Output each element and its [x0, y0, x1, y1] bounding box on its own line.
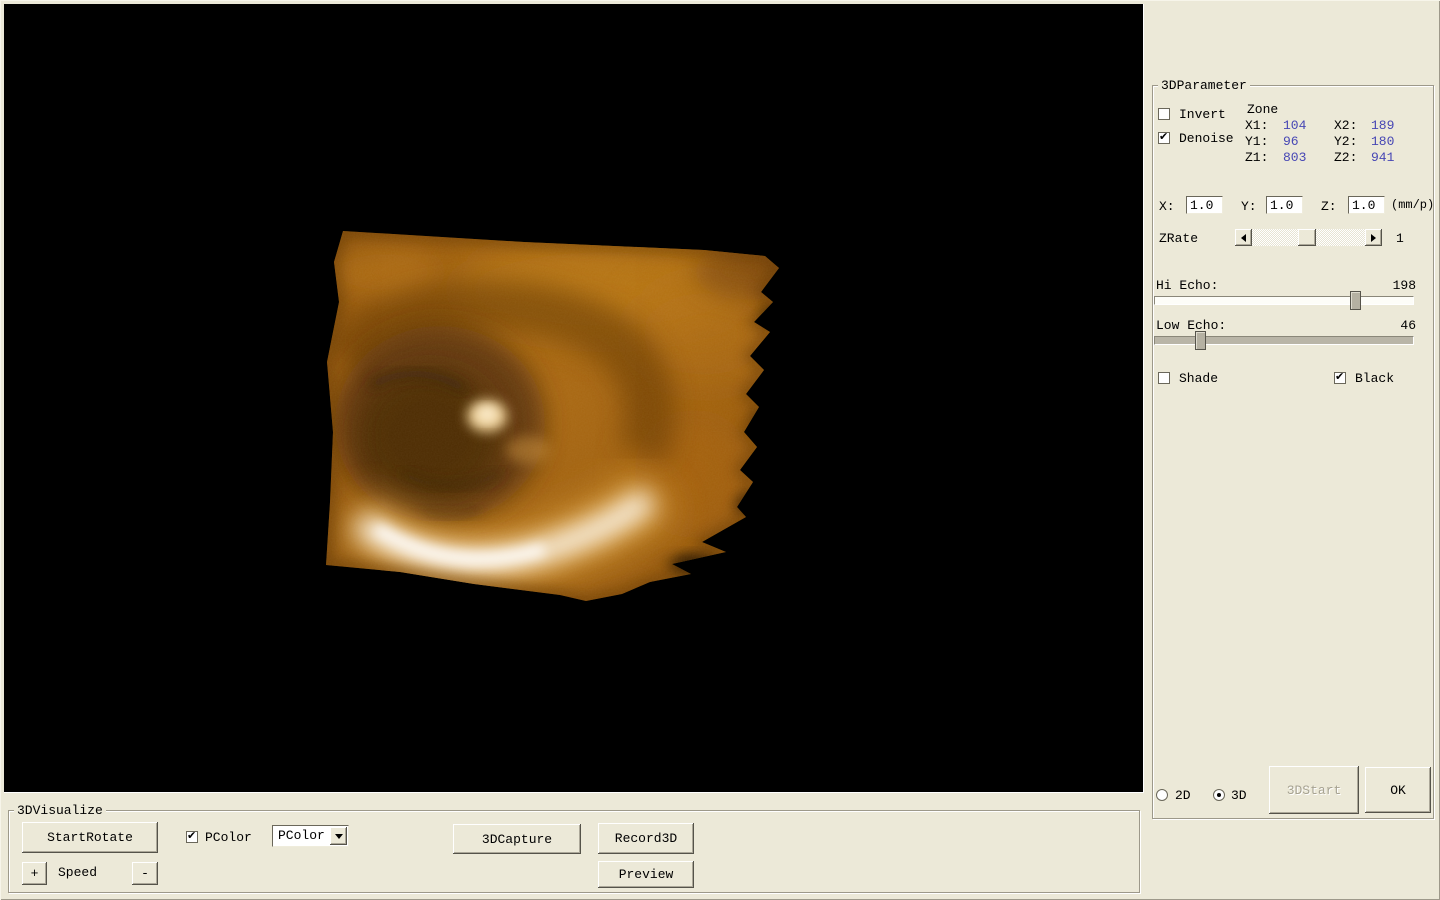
black-label: Black — [1355, 371, 1395, 386]
zone-z2-value: 941 — [1371, 150, 1395, 165]
invert-label: Invert — [1179, 107, 1226, 122]
pcolor-dropdown-arrow-button[interactable] — [330, 827, 347, 845]
speed-minus-button[interactable]: - — [132, 862, 158, 885]
arrow-right-icon — [1371, 233, 1380, 242]
zone-title: Zone — [1247, 102, 1279, 117]
pcolor-label: PColor — [205, 830, 252, 845]
shade-label: Shade — [1179, 371, 1219, 386]
mode-2d-radio[interactable] — [1156, 789, 1168, 801]
y-scale-input[interactable] — [1266, 196, 1303, 214]
z-scale-input[interactable] — [1348, 196, 1385, 214]
x-scale-label: X: — [1159, 199, 1175, 214]
z-scale-label: Z: — [1321, 199, 1337, 214]
zrate-value: 1 — [1396, 231, 1404, 246]
zone-x1-label: X1: — [1245, 118, 1269, 133]
arrow-left-icon — [1237, 233, 1246, 242]
ok-button[interactable]: OK — [1365, 767, 1431, 813]
3dcapture-button[interactable]: 3DCapture — [453, 824, 581, 854]
zone-x1-value: 104 — [1283, 118, 1307, 133]
y-scale-label: Y: — [1241, 199, 1257, 214]
denoise-checkbox[interactable] — [1158, 130, 1170, 144]
zone-x2-label: X2: — [1334, 118, 1358, 133]
mode-2d-label: 2D — [1175, 788, 1191, 803]
3dstart-button[interactable]: 3DStart — [1269, 766, 1359, 814]
hi-echo-thumb[interactable] — [1349, 291, 1361, 310]
low-echo-track[interactable] — [1154, 336, 1414, 345]
low-echo-thumb[interactable] — [1194, 331, 1206, 350]
chevron-down-icon — [334, 833, 343, 843]
zrate-label: ZRate — [1159, 231, 1199, 246]
pcolor-dropdown[interactable]: PColor — [272, 825, 349, 847]
black-checkbox[interactable] — [1334, 370, 1346, 384]
pcolor-dropdown-value: PColor — [278, 828, 325, 843]
zone-y1-label: Y1: — [1245, 134, 1269, 149]
3dparameter-title: 3DParameter — [1158, 78, 1250, 93]
3d-render-viewport[interactable] — [4, 4, 1144, 793]
3dvisualize-panel: 3DVisualize StartRotate + Speed - PColor… — [8, 803, 1140, 893]
low-echo-slider[interactable] — [1154, 331, 1414, 351]
x-scale-input[interactable] — [1186, 196, 1223, 214]
zone-y1-value: 96 — [1283, 134, 1299, 149]
invert-checkbox[interactable] — [1158, 108, 1170, 120]
mode-3d-radio[interactable] — [1213, 789, 1225, 801]
record3d-button[interactable]: Record3D — [598, 823, 694, 854]
application-window: 3DParameter Invert Denoise Zone X1: 104 … — [0, 0, 1440, 900]
start-rotate-button[interactable]: StartRotate — [22, 822, 158, 853]
hi-echo-track[interactable] — [1154, 296, 1414, 305]
denoise-label: Denoise — [1179, 131, 1234, 146]
zone-x2-value: 189 — [1371, 118, 1395, 133]
scale-unit-label: (mm/p) — [1391, 198, 1435, 212]
zone-z2-label: Z2: — [1334, 150, 1358, 165]
ultrasound-volume-render — [326, 231, 779, 601]
speed-plus-button[interactable]: + — [22, 862, 47, 885]
3dvisualize-title: 3DVisualize — [14, 803, 106, 818]
pcolor-checkbox[interactable] — [186, 829, 198, 843]
zrate-right-arrow-button[interactable] — [1365, 229, 1382, 246]
3dparameter-panel: 3DParameter Invert Denoise Zone X1: 104 … — [1152, 78, 1435, 819]
zone-z1-value: 803 — [1283, 150, 1307, 165]
mode-3d-label: 3D — [1231, 788, 1247, 803]
shade-checkbox[interactable] — [1158, 372, 1170, 384]
hi-echo-slider[interactable] — [1154, 291, 1414, 311]
speed-label: Speed — [58, 865, 98, 880]
preview-button[interactable]: Preview — [598, 861, 694, 888]
zone-y2-label: Y2: — [1334, 134, 1358, 149]
zrate-thumb[interactable] — [1298, 229, 1316, 246]
zrate-scrollbar[interactable] — [1235, 229, 1382, 246]
zone-z1-label: Z1: — [1245, 150, 1269, 165]
zone-y2-value: 180 — [1371, 134, 1395, 149]
zrate-left-arrow-button[interactable] — [1235, 229, 1252, 246]
